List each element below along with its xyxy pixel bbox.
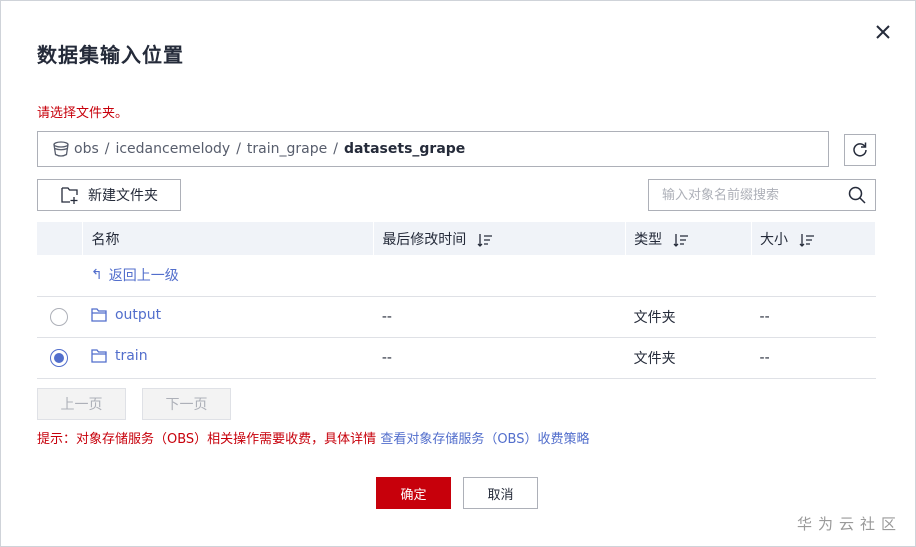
sort-icon[interactable] <box>477 233 493 247</box>
back-link[interactable]: ↰ 返回上一级 <box>91 265 179 285</box>
search-icon[interactable] <box>839 186 875 204</box>
column-header-type[interactable]: 类型 <box>625 222 753 255</box>
column-header-size[interactable]: 大小 <box>751 222 876 255</box>
bucket-icon <box>53 141 69 157</box>
table-row[interactable]: output -- 文件夹 -- <box>37 296 876 338</box>
back-label: 返回上一级 <box>108 268 179 285</box>
column-header-name-label: 名称 <box>91 231 120 248</box>
cell-size: -- <box>751 296 876 338</box>
search-input[interactable] <box>649 180 839 210</box>
sort-icon[interactable] <box>799 233 815 247</box>
prev-page-button[interactable]: 上一页 <box>37 388 126 420</box>
folder-name: output <box>114 307 162 323</box>
table-row[interactable]: train -- 文件夹 -- <box>37 337 876 379</box>
next-page-button[interactable]: 下一页 <box>142 388 231 420</box>
table-row-back: ↰ 返回上一级 <box>37 255 876 297</box>
refresh-button[interactable] <box>844 134 876 166</box>
select-column-header <box>37 222 84 255</box>
new-folder-label: 新建文件夹 <box>88 188 158 204</box>
table-header-row: 名称 最后修改时间 类型 大小 <box>37 222 876 255</box>
billing-policy-link[interactable]: 查看对象存储服务（OBS）收费策略 <box>380 432 589 447</box>
column-header-modified[interactable]: 最后修改时间 <box>373 222 627 255</box>
cell-modified: -- <box>373 296 626 338</box>
sort-icon[interactable] <box>673 233 689 247</box>
column-header-modified-label: 最后修改时间 <box>382 231 467 248</box>
back-arrow-icon: ↰ <box>90 267 103 284</box>
refresh-icon <box>853 142 867 157</box>
folder-name: train <box>114 348 148 364</box>
file-table: 名称 最后修改时间 类型 大小 ↰ 返回上一级 output -- 文件夹 --… <box>37 222 876 379</box>
column-header-name: 名称 <box>82 222 375 255</box>
billing-tip-text: 提示：对象存储服务（OBS）相关操作需要收费，具体详情 <box>37 432 381 447</box>
dialog: 数据集输入位置 请选择文件夹。 obs / icedancemelody / t… <box>0 0 916 547</box>
breadcrumb-separator: / <box>333 141 338 157</box>
close-icon[interactable] <box>872 21 894 43</box>
column-header-size-label: 大小 <box>760 231 789 248</box>
warning-text: 请选择文件夹。 <box>37 106 129 121</box>
column-header-type-label: 类型 <box>634 231 663 248</box>
breadcrumb-folder[interactable]: train_grape <box>247 141 327 157</box>
row-radio-selected[interactable] <box>50 348 68 367</box>
breadcrumb-obs[interactable]: obs <box>74 141 99 157</box>
folder-link[interactable]: train <box>91 348 148 364</box>
watermark: 华为云社区 <box>797 515 903 533</box>
cell-type: 文件夹 <box>625 296 752 338</box>
folder-icon <box>91 349 107 363</box>
row-radio[interactable] <box>50 307 68 326</box>
search-box <box>648 179 876 211</box>
folder-icon <box>91 308 107 322</box>
cancel-button[interactable]: 取消 <box>463 477 538 509</box>
cell-modified: -- <box>373 337 626 379</box>
breadcrumb-separator: / <box>104 141 110 157</box>
cell-type: 文件夹 <box>625 337 752 379</box>
new-folder-button[interactable]: 新建文件夹 <box>37 179 181 211</box>
confirm-button[interactable]: 确定 <box>376 477 451 509</box>
breadcrumb-bucket[interactable]: icedancemelody <box>115 141 230 157</box>
new-folder-icon <box>61 187 78 204</box>
breadcrumb-current: datasets_grape <box>343 141 466 157</box>
cell-size: -- <box>751 337 876 379</box>
dialog-title: 数据集输入位置 <box>37 43 184 67</box>
breadcrumb: obs / icedancemelody / train_grape / dat… <box>37 131 829 167</box>
breadcrumb-separator: / <box>236 141 241 157</box>
folder-link[interactable]: output <box>91 307 161 323</box>
billing-tip: 提示：对象存储服务（OBS）相关操作需要收费，具体详情 查看对象存储服务（OBS… <box>37 428 590 447</box>
